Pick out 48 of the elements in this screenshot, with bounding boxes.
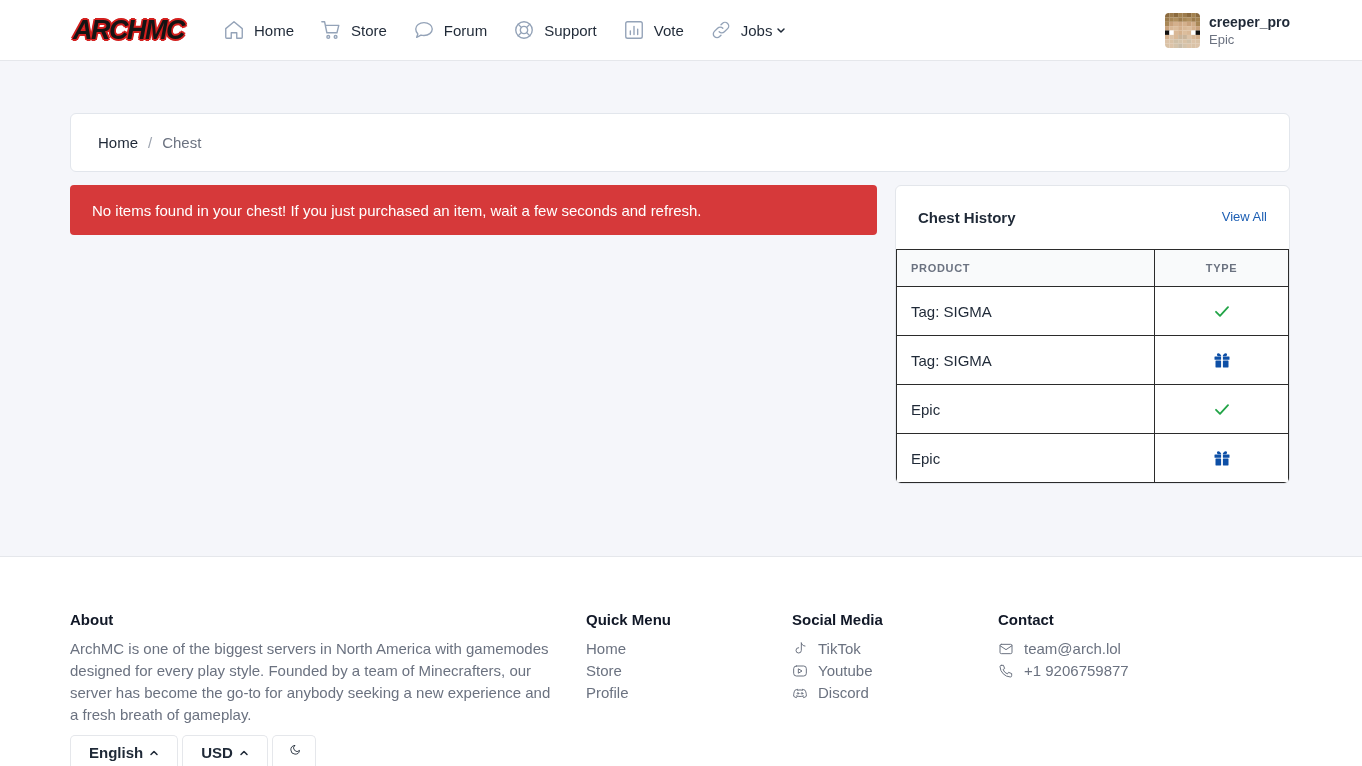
nav-link[interactable]: Jobs xyxy=(709,19,787,41)
footer-heading: Contact xyxy=(998,610,1054,630)
view-all-link[interactable]: View All xyxy=(1221,208,1267,224)
nav-link[interactable]: Forum xyxy=(412,19,488,41)
currency-button[interactable]: USD xyxy=(182,735,268,766)
avatar-icon xyxy=(1165,12,1201,48)
social-link[interactable]: TikTok xyxy=(792,638,861,660)
contact-link[interactable]: team@arch.lol xyxy=(998,638,1121,660)
column-header: PRODUCT xyxy=(896,249,1155,287)
logo[interactable]: ARCHMC xyxy=(70,15,187,45)
nav-link[interactable]: Vote xyxy=(622,19,684,41)
nav-link[interactable]: Support xyxy=(513,19,597,41)
social-link[interactable]: Youtube xyxy=(792,660,873,682)
error-alert: No items found in your chest! If you just purchased an item, wait a few seconds and refresh. xyxy=(70,185,877,235)
nav-link[interactable]: Home xyxy=(223,19,294,41)
footer-link[interactable]: Store xyxy=(586,660,622,682)
footer-heading: About xyxy=(70,610,114,630)
username[interactable]: creeper_pro xyxy=(1209,13,1290,30)
table-cell: Tag: SIGMA xyxy=(896,286,1155,336)
about-text: ArchMC is one of the biggest servers in North America with gamemodes designed for every play style. Founded by a team of Minecrafters, our server has become the go-to for anybody seeking a new experience and a fresh breath of gameplay. xyxy=(70,639,552,725)
social-link[interactable]: Discord xyxy=(792,682,869,704)
tiktok-icon xyxy=(792,641,808,657)
theme-toggle-button[interactable] xyxy=(271,735,316,766)
user-rank: Epic xyxy=(1209,31,1236,47)
card-title: Chest History xyxy=(918,209,1016,226)
footer-heading: Quick Menu xyxy=(586,610,671,630)
home-icon xyxy=(223,19,245,41)
footer-link[interactable]: Profile xyxy=(586,682,629,704)
chevron-down-icon xyxy=(776,25,787,35)
column-header: TYPE xyxy=(1154,249,1289,287)
footer-link[interactable]: Home xyxy=(586,638,626,660)
speech-bubble-icon xyxy=(412,19,435,41)
mail-icon xyxy=(998,641,1014,657)
breadcrumb-separator: / xyxy=(148,134,153,151)
nav-link[interactable]: Store xyxy=(320,19,387,41)
table-cell: Epic xyxy=(896,433,1155,483)
table-cell: Tag: SIGMA xyxy=(896,335,1155,385)
footer-heading: Social Media xyxy=(792,610,883,630)
phone-icon xyxy=(998,663,1014,679)
breadcrumb-link[interactable]: Home xyxy=(98,134,138,151)
youtube-icon xyxy=(792,663,808,679)
cart-icon xyxy=(320,19,342,41)
lifebuoy-icon xyxy=(513,19,536,41)
bar-chart-icon xyxy=(622,19,645,41)
table-cell: Epic xyxy=(896,384,1155,434)
contact-link[interactable]: +1 9206759877 xyxy=(998,660,1129,682)
language-button[interactable]: English xyxy=(70,735,179,766)
breadcrumb-current: Chest xyxy=(162,134,202,151)
